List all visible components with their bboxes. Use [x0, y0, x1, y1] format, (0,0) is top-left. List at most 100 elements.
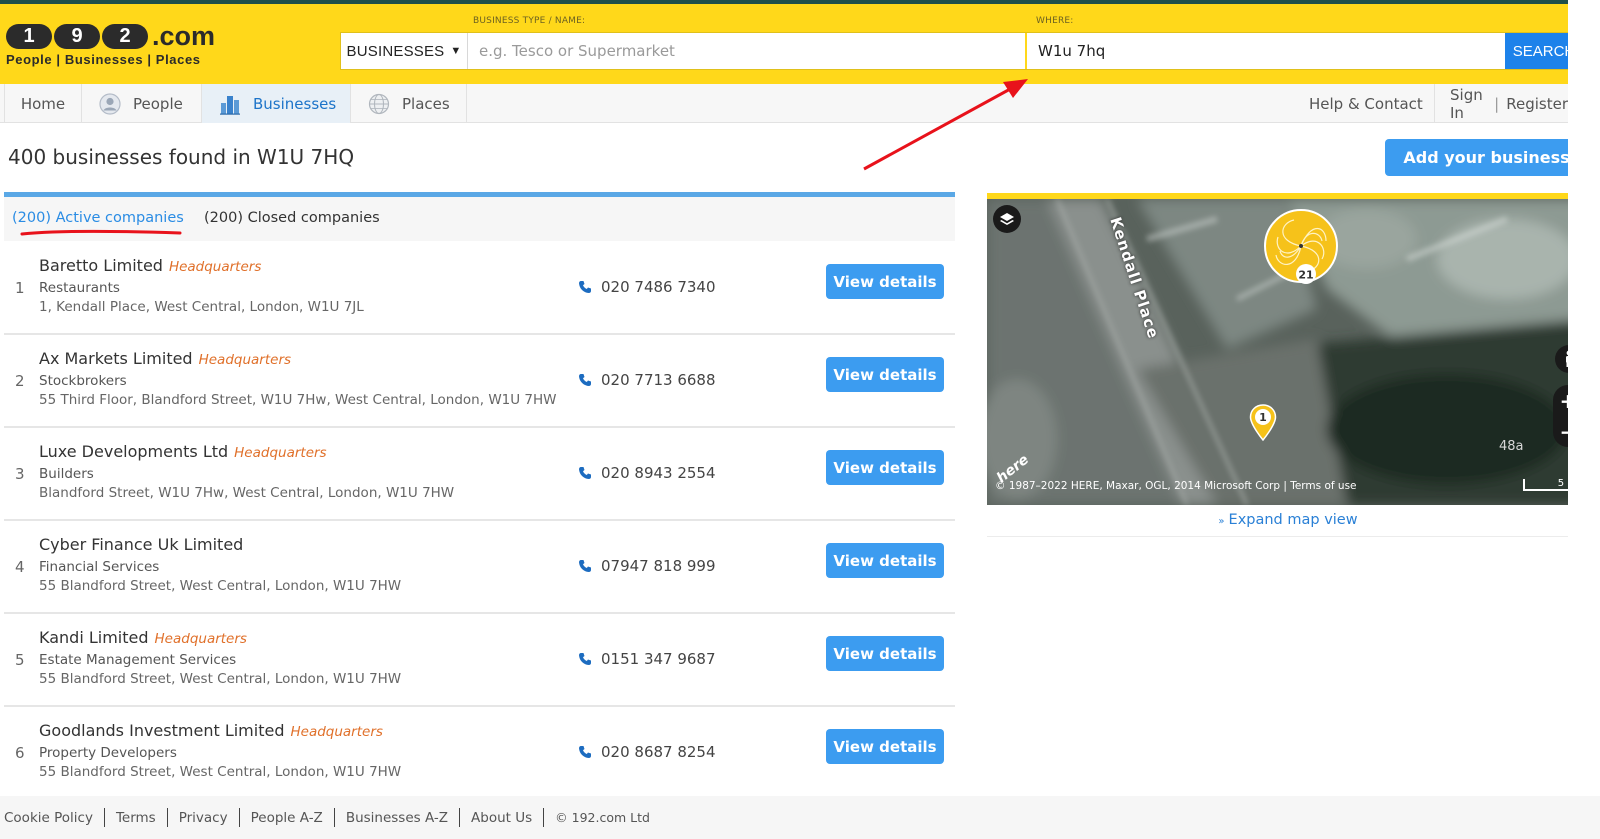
results-heading: 400 businesses found in W1U 7HQ: [8, 145, 355, 169]
add-business-button[interactable]: Add your business: [1385, 139, 1588, 176]
nav-people[interactable]: People: [82, 84, 202, 123]
footer-link-terms[interactable]: Terms: [116, 810, 156, 826]
company-name-link[interactable]: Ax Markets Limited: [39, 349, 193, 368]
phone-number[interactable]: 020 8943 2554: [578, 464, 716, 482]
location-pin-icon[interactable]: 1: [1249, 404, 1277, 442]
nav-divider: [1434, 84, 1435, 123]
company-address: 55 Blandford Street, West Central, Londo…: [39, 671, 402, 687]
phone-number-text: 020 8943 2554: [601, 464, 716, 482]
result-number: 4: [15, 558, 25, 576]
view-details-button[interactable]: View details: [826, 357, 944, 392]
footer-link-privacy[interactable]: Privacy: [179, 810, 228, 826]
tab-active-companies[interactable]: (200) Active companies: [12, 210, 184, 226]
phone-icon: [579, 467, 591, 479]
nav-places[interactable]: Places: [351, 84, 467, 123]
company-category: Restaurants: [39, 280, 120, 296]
business-type-label: BUSINESS TYPE / NAME:: [473, 16, 586, 26]
results-list: 1 Baretto Limited Headquarters Restaurant…: [4, 242, 955, 800]
footer-link-people-az[interactable]: People A-Z: [251, 810, 323, 826]
company-address: 55 Blandford Street, West Central, Londo…: [39, 764, 402, 780]
phone-icon: [579, 374, 591, 386]
footer-link-cookie-policy[interactable]: Cookie Policy: [4, 810, 93, 826]
nav-places-label: Places: [402, 94, 450, 113]
sign-in-link[interactable]: Sign In: [1450, 86, 1487, 122]
double-chevron-down-icon: »: [1218, 516, 1225, 527]
company-category: Builders: [39, 466, 94, 482]
tab-closed-companies[interactable]: (200) Closed companies: [204, 210, 380, 226]
cluster-marker[interactable]: 21: [1256, 201, 1346, 291]
view-details-button[interactable]: View details: [826, 450, 944, 485]
cluster-count: 21: [1298, 269, 1313, 282]
headquarters-badge: Headquarters: [290, 724, 383, 740]
phone-number-text: 0151 347 9687: [601, 650, 716, 668]
company-address: 1, Kendall Place, West Central, London, …: [39, 299, 364, 315]
search-type-select[interactable]: BUSINESSES ▼: [341, 33, 468, 69]
company-category: Property Developers: [39, 745, 177, 761]
result-number: 3: [15, 465, 25, 483]
view-details-button[interactable]: View details: [826, 729, 944, 764]
caret-down-icon: ▼: [450, 45, 462, 57]
view-details-button[interactable]: View details: [826, 636, 944, 671]
company-address: Blandford Street, W1U 7Hw, West Central,…: [39, 485, 455, 501]
phone-number[interactable]: 020 8687 8254: [578, 743, 716, 761]
footer-link-about-us[interactable]: About Us: [471, 810, 532, 826]
company-category: Stockbrokers: [39, 373, 127, 389]
footer-link-businesses-az[interactable]: Businesses A-Z: [346, 810, 448, 826]
company-name-link[interactable]: Kandi Limited: [39, 628, 149, 647]
register-link[interactable]: Register: [1506, 95, 1568, 113]
phone-number-text: 07947 818 999: [601, 557, 716, 575]
map-attribution[interactable]: © 1987–2022 HERE, Maxar, OGL, 2014 Micro…: [995, 480, 1357, 492]
expand-map-link[interactable]: » Expand map view: [987, 505, 1589, 537]
site-header: 1 9 2 .com People | Businesses | Places …: [0, 4, 1584, 84]
search-bar: BUSINESSES ▼ SEARCH: [340, 32, 1584, 70]
nav-businesses[interactable]: Businesses: [202, 84, 351, 123]
headquarters-badge: Headquarters: [168, 259, 262, 275]
phone-number[interactable]: 020 7713 6688: [578, 371, 716, 389]
nav-help[interactable]: Help & Contact: [1309, 84, 1423, 123]
where-label: WHERE:: [1036, 16, 1074, 26]
company-tabs: (200) Active companies (200) Closed comp…: [4, 192, 955, 241]
logo-suffix: .com: [152, 21, 216, 51]
list-item: 6 Goodlands Investment Limited Headquarte…: [4, 707, 955, 800]
nav-home[interactable]: Home: [4, 84, 82, 123]
phone-icon: [579, 746, 591, 758]
scrollbar-track[interactable]: [1568, 0, 1600, 796]
headquarters-badge: Headquarters: [234, 445, 327, 461]
building-number-label: 48a: [1499, 439, 1524, 454]
headquarters-badge: Headquarters: [154, 631, 247, 647]
phone-number[interactable]: 0151 347 9687: [578, 650, 716, 668]
phone-number[interactable]: 07947 818 999: [578, 557, 716, 575]
logo-digit: 9: [54, 24, 100, 49]
buildings-icon: [220, 95, 240, 115]
list-item: 4 Cyber Finance Uk Limited Financial Ser…: [4, 521, 955, 614]
nav-people-label: People: [133, 94, 183, 113]
view-details-button[interactable]: View details: [826, 264, 944, 299]
company-address: 55 Third Floor, Blandford Street, W1U 7H…: [39, 392, 557, 408]
site-footer: Cookie Policy Terms Privacy People A-Z B…: [0, 796, 1600, 839]
layers-icon[interactable]: [993, 205, 1021, 233]
phone-icon: [579, 281, 591, 293]
phone-number-text: 020 7486 7340: [601, 278, 716, 296]
person-icon: [99, 92, 121, 115]
company-name-link[interactable]: Goodlands Investment Limited: [39, 721, 284, 740]
search-type-value: BUSINESSES: [346, 42, 445, 60]
nav-help-label: Help & Contact: [1309, 94, 1423, 113]
where-input[interactable]: [1025, 33, 1505, 69]
phone-icon: [579, 560, 591, 572]
site-logo[interactable]: 1 9 2 .com People | Businesses | Places: [6, 21, 216, 67]
company-name-link[interactable]: Cyber Finance Uk Limited: [39, 535, 243, 554]
phone-number-text: 020 7713 6688: [601, 371, 716, 389]
phone-number[interactable]: 020 7486 7340: [578, 278, 716, 296]
company-name-link[interactable]: Baretto Limited: [39, 256, 163, 275]
result-number: 2: [15, 372, 25, 390]
nav-home-label: Home: [20, 94, 66, 113]
view-details-button[interactable]: View details: [826, 543, 944, 578]
business-name-input[interactable]: [468, 33, 1025, 69]
company-name-link[interactable]: Luxe Developments Ltd: [39, 442, 228, 461]
map-view[interactable]: Kendall Place 21 1 48a + − here © 1987–2…: [987, 199, 1589, 505]
logo-digit: 1: [6, 24, 52, 49]
logo-digit: 2: [102, 24, 148, 49]
company-category: Estate Management Services: [39, 652, 237, 668]
list-item: 3 Luxe Developments Ltd Headquarters Buil…: [4, 428, 955, 521]
phone-number-text: 020 8687 8254: [601, 743, 716, 761]
